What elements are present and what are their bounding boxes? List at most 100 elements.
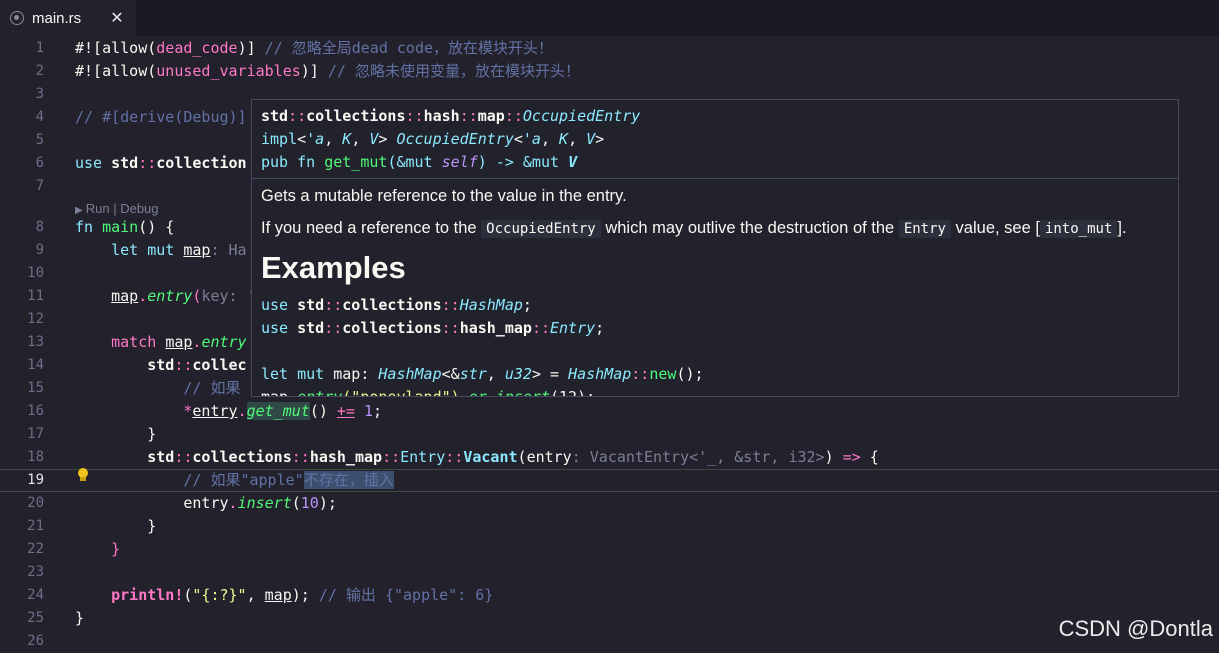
example-line: use std::collections::HashMap; xyxy=(261,294,1169,317)
line-number: 11 xyxy=(27,288,44,304)
code-line-9: let mut map: Ha xyxy=(75,239,247,262)
line-number: 1 xyxy=(35,40,44,56)
punct: , xyxy=(324,130,343,148)
path-sep: :: xyxy=(441,319,460,337)
hover-docs: Gets a mutable reference to the value in… xyxy=(252,179,1178,397)
punct: , xyxy=(486,365,505,383)
type-name: OccupiedEntry xyxy=(522,107,641,125)
example-line-cut: map.entry("poneyland").or_insert(12); xyxy=(261,386,1169,397)
line-number: 4 xyxy=(35,109,44,125)
line-number: 10 xyxy=(27,265,44,281)
line-number: 13 xyxy=(27,334,44,350)
operator: += xyxy=(336,402,355,420)
paren: ) xyxy=(824,448,843,466)
punct: > = xyxy=(531,365,569,383)
path-segment: std xyxy=(147,448,175,466)
line-number: 3 xyxy=(35,86,44,102)
keyword: use xyxy=(261,296,298,314)
punct: ; xyxy=(595,319,605,337)
path-sep: :: xyxy=(504,107,523,125)
path-sep: :: xyxy=(631,365,650,383)
type-name: HashMap xyxy=(568,365,632,383)
keyword: match xyxy=(111,333,166,351)
code-line-6: use std::collection xyxy=(75,152,247,175)
path-sep: :: xyxy=(138,154,157,172)
tab-bar: main.rs ✕ xyxy=(0,0,1219,36)
type-name: str xyxy=(459,365,487,383)
semicolon: ; xyxy=(373,402,383,420)
comment-selected: 不存在，插入 xyxy=(303,471,394,489)
variable: map xyxy=(264,586,292,604)
code-line-25: } xyxy=(75,609,85,627)
code-line-15: // 如果 xyxy=(75,377,240,400)
brace: { xyxy=(860,448,879,466)
path-sep: :: xyxy=(405,107,424,125)
variable: map xyxy=(333,365,361,383)
number: 1 xyxy=(364,402,374,420)
type-name: OccupiedEntry xyxy=(396,130,514,148)
tab-main-rs[interactable]: main.rs ✕ xyxy=(0,0,136,36)
punct: , xyxy=(568,130,587,148)
doc-text: which may outlive the destruction of the xyxy=(600,219,899,237)
line-number: 16 xyxy=(27,403,44,419)
path-sep: :: xyxy=(531,319,550,337)
generic: K xyxy=(342,130,352,148)
keyword: pub fn xyxy=(261,153,325,171)
run-lens-link[interactable]: Run xyxy=(86,201,110,216)
self-param: self xyxy=(441,153,478,171)
path-sep: :: xyxy=(445,448,464,466)
method: insert xyxy=(237,494,292,512)
hover-documentation-popup[interactable]: std::collections::hash::map::OccupiedEnt… xyxy=(251,99,1179,397)
comment: // 如果 xyxy=(183,379,241,397)
example-line: use std::collections::hash_map::Entry; xyxy=(261,317,1169,340)
run-icon: ▶ xyxy=(75,205,83,216)
lightbulb-icon[interactable] xyxy=(77,468,89,482)
type-hint: : Ha xyxy=(210,241,247,259)
code-line-2: #![allow(unused_variables)] // 忽略未使用变量，放… xyxy=(75,60,580,83)
punct: (12); xyxy=(550,388,596,397)
punct: (); xyxy=(676,365,704,383)
doc-text: If you need a reference to the xyxy=(261,219,482,237)
line-number: 2 xyxy=(35,63,44,79)
path-sep: :: xyxy=(382,448,401,466)
attr-arg: dead_code xyxy=(156,39,238,57)
example-blank xyxy=(261,340,1169,363)
path-sep: :: xyxy=(288,107,307,125)
line-number: 24 xyxy=(27,587,44,603)
path-sep: :: xyxy=(324,319,343,337)
signature-path: std::collections::hash::map::OccupiedEnt… xyxy=(261,105,1169,128)
path-segment: map xyxy=(477,107,505,125)
code-line-22: } xyxy=(75,538,120,561)
punct: > xyxy=(378,130,397,148)
method: entry xyxy=(147,287,193,305)
enum-type: Entry xyxy=(400,448,446,466)
doc-link-into-mut[interactable]: into_mut xyxy=(1039,220,1118,238)
tab-filename: main.rs xyxy=(32,9,82,27)
doc-text: ]. xyxy=(1117,219,1127,237)
line-number: 7 xyxy=(35,178,44,194)
dot: . xyxy=(237,402,247,420)
method: entry xyxy=(297,388,343,397)
variable: entry xyxy=(192,402,238,420)
code-line-8: fn main() { xyxy=(75,216,174,239)
line-number: 9 xyxy=(35,242,44,258)
line-number: 6 xyxy=(35,155,44,171)
param-hint: key: ' xyxy=(201,287,256,305)
line-number: 12 xyxy=(27,311,44,327)
variable: map xyxy=(165,333,193,351)
line-number: 5 xyxy=(35,132,44,148)
keyword: use xyxy=(261,319,298,337)
doc-heading: Examples xyxy=(261,250,406,285)
paren: ( xyxy=(291,494,301,512)
attr-arg: unused_variables xyxy=(156,62,301,80)
close-icon[interactable]: ✕ xyxy=(108,9,126,27)
path-segment: collections xyxy=(342,319,442,337)
hover-signature: std::collections::hash::map::OccupiedEnt… xyxy=(252,100,1178,179)
method-highlighted: get_mut xyxy=(246,402,310,420)
variable: entry xyxy=(183,494,229,512)
debug-lens-link[interactable]: Debug xyxy=(120,201,158,216)
variable: map xyxy=(261,388,289,397)
comment: // 忽略未使用变量，放在模块开头！ xyxy=(327,62,580,80)
code-line-24: println!("{:?}", map); // 输出 {"apple": 6… xyxy=(75,584,493,607)
path-segment: collection xyxy=(156,154,247,172)
